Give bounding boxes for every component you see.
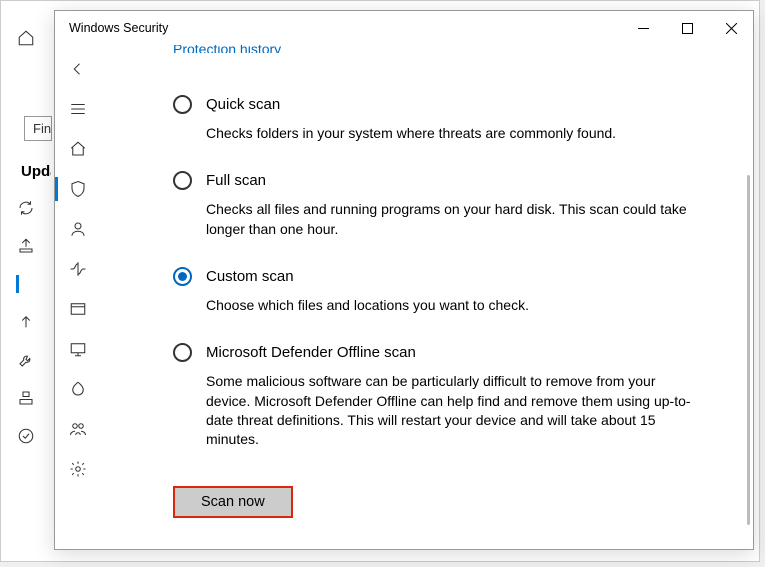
app-browser-icon[interactable] bbox=[68, 299, 88, 319]
home-icon[interactable] bbox=[17, 29, 35, 47]
protection-history-link[interactable]: Protection history bbox=[173, 45, 723, 53]
option-desc: Choose which files and locations you wan… bbox=[206, 296, 703, 315]
back-icon[interactable] bbox=[68, 59, 88, 79]
scan-now-button[interactable]: Scan now bbox=[173, 486, 293, 518]
bg-sidebar bbox=[1, 15, 51, 561]
menu-icon[interactable] bbox=[68, 99, 88, 119]
device-security-icon[interactable] bbox=[68, 339, 88, 359]
content-area: Protection history Quick scan Checks fol… bbox=[101, 45, 753, 549]
nav-rail bbox=[55, 45, 101, 549]
settings-icon[interactable] bbox=[68, 459, 88, 479]
family-icon[interactable] bbox=[68, 419, 88, 439]
option-title: Quick scan bbox=[206, 96, 280, 113]
option-title: Microsoft Defender Offline scan bbox=[206, 344, 416, 361]
virus-protection-icon[interactable] bbox=[68, 179, 88, 199]
minimize-button[interactable] bbox=[621, 11, 665, 45]
close-button[interactable] bbox=[709, 11, 753, 45]
wrench-icon[interactable] bbox=[17, 351, 35, 369]
radio-icon[interactable] bbox=[173, 95, 192, 114]
option-title: Custom scan bbox=[206, 268, 294, 285]
radio-icon[interactable] bbox=[173, 343, 192, 362]
sync-icon[interactable] bbox=[17, 199, 35, 217]
scan-options-group: Quick scan Checks folders in your system… bbox=[173, 95, 723, 450]
troubleshoot-icon[interactable] bbox=[17, 313, 35, 331]
delivery-icon[interactable] bbox=[17, 237, 35, 255]
shield-icon[interactable] bbox=[16, 275, 34, 293]
check-circle-icon[interactable] bbox=[17, 427, 35, 445]
scrollbar[interactable] bbox=[747, 175, 750, 525]
developer-icon[interactable] bbox=[17, 389, 35, 407]
scan-option-custom[interactable]: Custom scan Choose which files and locat… bbox=[173, 267, 703, 315]
radio-icon[interactable] bbox=[173, 171, 192, 190]
titlebar: Windows Security bbox=[55, 11, 753, 45]
scan-option-full[interactable]: Full scan Checks all files and running p… bbox=[173, 171, 703, 239]
radio-icon[interactable] bbox=[173, 267, 192, 286]
option-title: Full scan bbox=[206, 172, 266, 189]
device-performance-icon[interactable] bbox=[68, 379, 88, 399]
option-desc: Checks all files and running programs on… bbox=[206, 200, 703, 239]
scan-option-defender-offline[interactable]: Microsoft Defender Offline scan Some mal… bbox=[173, 343, 703, 449]
account-icon[interactable] bbox=[68, 219, 88, 239]
maximize-button[interactable] bbox=[665, 11, 709, 45]
option-desc: Checks folders in your system where thre… bbox=[206, 124, 703, 143]
home-icon[interactable] bbox=[68, 139, 88, 159]
windows-security-window: Windows Security Protection history bbox=[54, 10, 754, 550]
firewall-icon[interactable] bbox=[68, 259, 88, 279]
option-desc: Some malicious software can be particula… bbox=[206, 372, 703, 449]
window-title: Windows Security bbox=[69, 21, 621, 35]
scan-option-quick[interactable]: Quick scan Checks folders in your system… bbox=[173, 95, 703, 143]
